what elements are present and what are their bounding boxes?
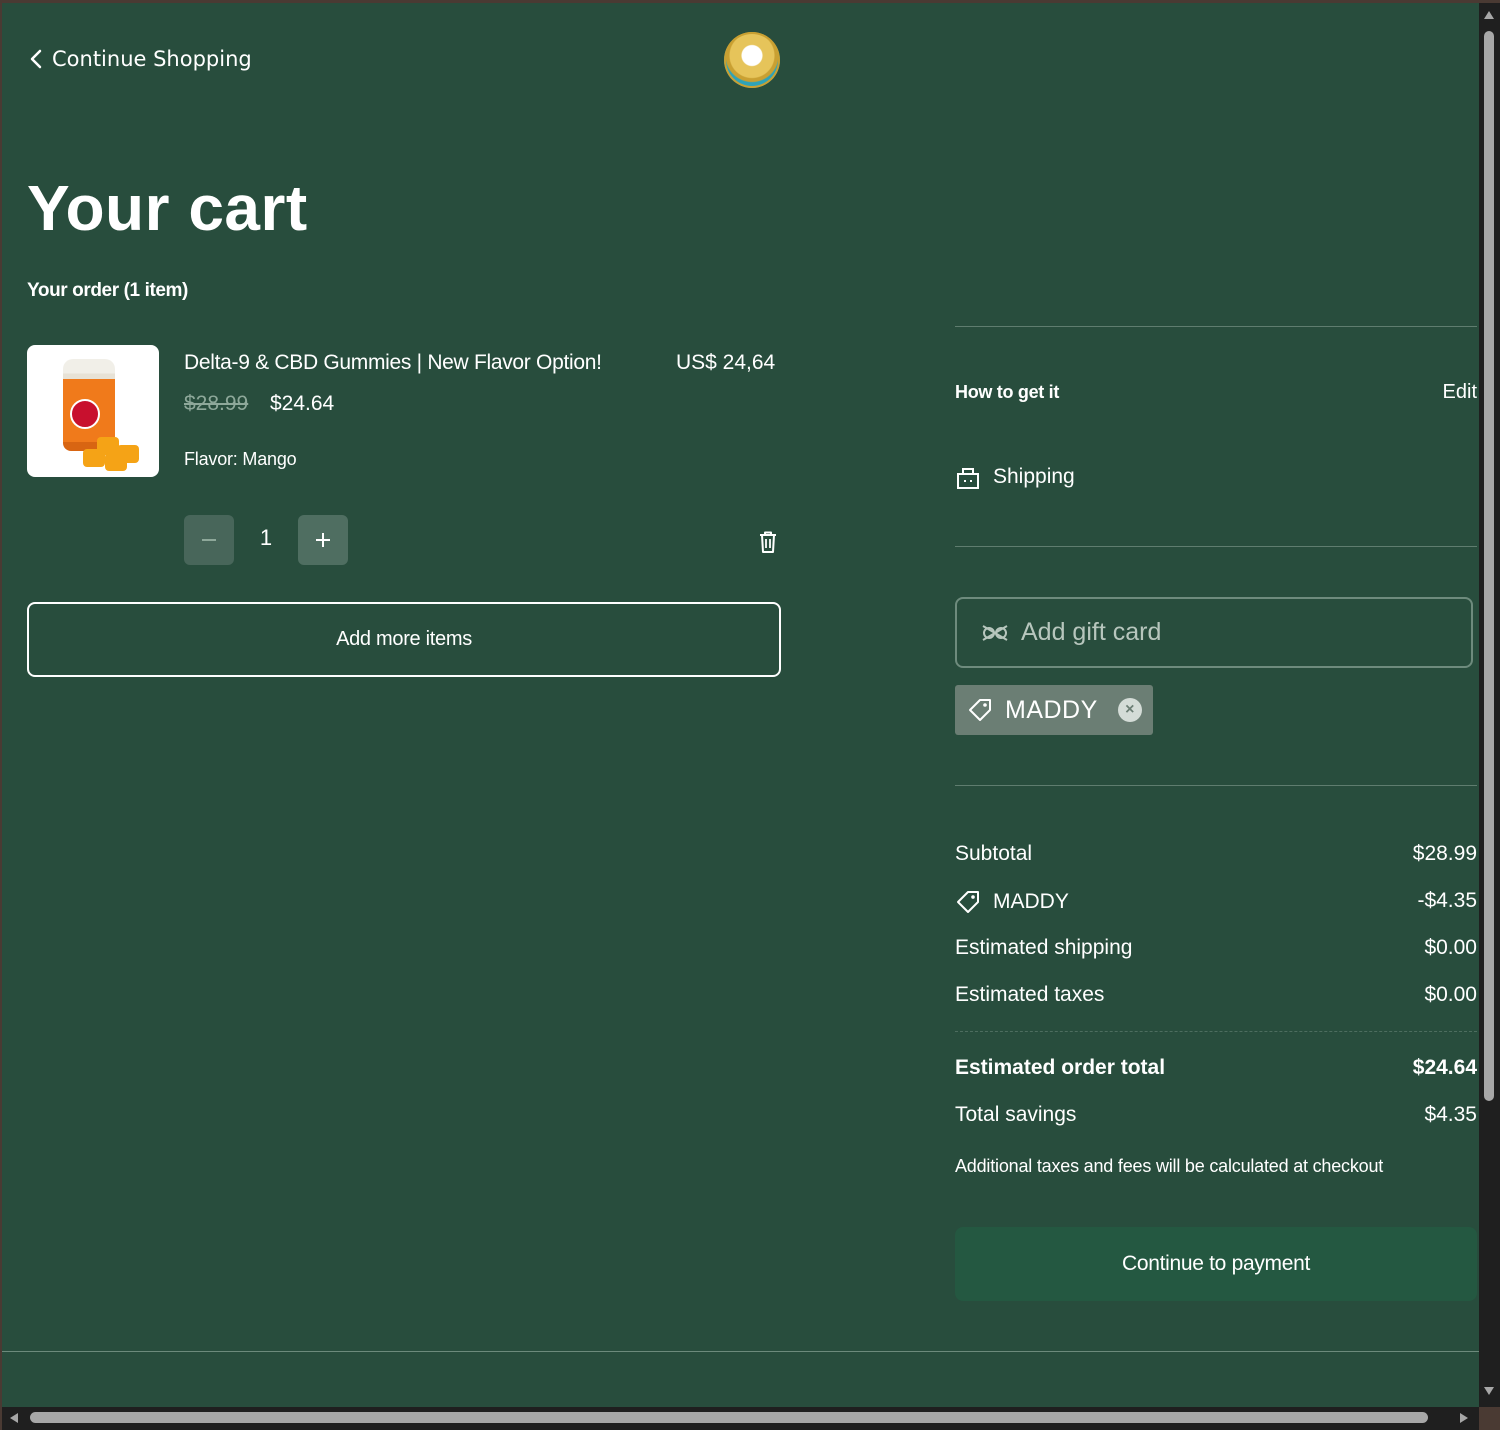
- gift-card-icon: [982, 624, 1008, 641]
- plus-icon: [316, 533, 330, 547]
- divider: [955, 326, 1477, 327]
- shipping-value: $0.00: [1424, 936, 1477, 959]
- shipping-method-label: Shipping: [993, 465, 1075, 488]
- order-count: Your order (1 item): [27, 280, 188, 301]
- gift-card-input[interactable]: Add gift card: [955, 597, 1473, 668]
- cart-page: Continue Shopping Your cart Your order (…: [2, 3, 1479, 1407]
- divider: [955, 546, 1477, 547]
- page-title: Your cart: [27, 172, 308, 244]
- applied-coupon-chip: MADDY ×: [955, 685, 1153, 735]
- continue-to-payment-button[interactable]: Continue to payment: [955, 1227, 1477, 1301]
- tag-icon: [957, 891, 979, 913]
- product-variant: Flavor: Mango: [184, 449, 297, 469]
- discount-row: MADDY -$4.35: [955, 889, 1477, 915]
- total-value: $24.64: [1412, 1056, 1477, 1079]
- trash-icon[interactable]: [757, 530, 779, 554]
- original-price: $28.99: [184, 392, 249, 415]
- coupon-code: MADDY: [1005, 695, 1098, 724]
- close-circle-icon[interactable]: ×: [1117, 698, 1142, 722]
- total-label: Estimated order total: [955, 1056, 1166, 1079]
- tag-icon: [969, 699, 991, 721]
- total-row: Estimated order total $24.64: [955, 1056, 1477, 1080]
- scroll-right-arrow-icon[interactable]: [1460, 1413, 1468, 1423]
- subtotal-row: Subtotal $28.99: [955, 842, 1477, 866]
- shipping-label: Estimated shipping: [955, 936, 1133, 959]
- divider: [955, 785, 1477, 786]
- discount-label: MADDY: [993, 890, 1069, 913]
- checkout-note: Additional taxes and fees will be calcul…: [955, 1156, 1384, 1176]
- scroll-down-arrow-icon[interactable]: [1484, 1387, 1494, 1395]
- product-name[interactable]: Delta-9 & CBD Gummies | New Flavor Optio…: [184, 351, 602, 375]
- brand-logo-icon[interactable]: [724, 32, 780, 88]
- chevron-left-icon: [30, 49, 42, 69]
- horizontal-scrollbar[interactable]: [2, 1407, 1479, 1430]
- taxes-value: $0.00: [1424, 983, 1477, 1006]
- continue-shopping-link[interactable]: Continue Shopping: [30, 47, 252, 71]
- taxes-label: Estimated taxes: [955, 983, 1105, 1006]
- divider: [955, 1031, 1477, 1032]
- taxes-row: Estimated taxes $0.00: [955, 983, 1477, 1007]
- savings-label: Total savings: [955, 1103, 1077, 1126]
- line-total: US$ 24,64: [676, 351, 776, 374]
- subtotal-label: Subtotal: [955, 842, 1033, 865]
- shipping-row: Estimated shipping $0.00: [955, 936, 1477, 960]
- edit-fulfillment-link[interactable]: Edit: [1422, 381, 1477, 404]
- fulfillment-label: How to get it: [955, 382, 1060, 402]
- add-more-items-button[interactable]: Add more items: [27, 602, 781, 677]
- discount-value: -$4.35: [1417, 889, 1477, 912]
- savings-row: Total savings $4.35: [955, 1103, 1477, 1127]
- subtotal-value: $28.99: [1412, 842, 1477, 865]
- quantity-value: 1: [259, 525, 273, 550]
- vertical-scroll-thumb[interactable]: [1484, 31, 1494, 1101]
- minus-icon: [202, 539, 216, 541]
- scroll-left-arrow-icon[interactable]: [10, 1413, 18, 1423]
- savings-value: $4.35: [1424, 1103, 1477, 1126]
- scroll-up-arrow-icon[interactable]: [1484, 11, 1494, 19]
- product-image[interactable]: [27, 345, 159, 477]
- sale-price: $24.64: [270, 392, 335, 415]
- increase-quantity-button[interactable]: [298, 515, 348, 565]
- shop-bag-icon: [957, 468, 979, 489]
- horizontal-scroll-thumb[interactable]: [30, 1412, 1428, 1423]
- vertical-scrollbar[interactable]: [1479, 3, 1500, 1407]
- shipping-method: Shipping: [955, 464, 1075, 490]
- footer-divider: [2, 1351, 1479, 1352]
- gift-card-placeholder: Add gift card: [1021, 618, 1162, 646]
- continue-shopping-label: Continue Shopping: [52, 47, 252, 71]
- decrease-quantity-button[interactable]: [184, 515, 234, 565]
